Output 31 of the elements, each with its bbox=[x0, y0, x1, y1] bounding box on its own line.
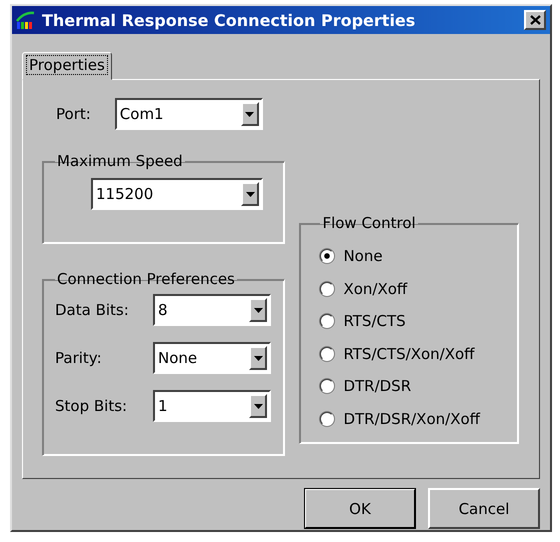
close-button[interactable] bbox=[524, 10, 546, 30]
radio-label[interactable]: DTR/DSR bbox=[343, 377, 412, 396]
radio-button[interactable] bbox=[320, 346, 334, 361]
dialog-button[interactable]: Cancel bbox=[428, 488, 540, 529]
radio-label[interactable]: Xon/Xoff bbox=[343, 280, 408, 298]
radio-button[interactable] bbox=[320, 314, 334, 328]
radio-label[interactable]: None bbox=[343, 247, 383, 266]
radio-label[interactable]: DTR/DSR/Xon/Xoff bbox=[343, 410, 480, 428]
port-dropdown[interactable]: Com1 bbox=[114, 98, 263, 130]
dropdown[interactable]: 1 bbox=[153, 390, 271, 422]
radio-label[interactable]: RTS/CTS bbox=[343, 312, 406, 330]
close-icon bbox=[530, 15, 540, 25]
group-title: Maximum Speed bbox=[56, 152, 184, 170]
group-title: Connection Preferences bbox=[56, 270, 236, 288]
speed-dropdown[interactable]: 115200 bbox=[91, 178, 263, 210]
radio-button[interactable] bbox=[320, 412, 334, 426]
radio-label[interactable]: RTS/CTS/Xon/Xoff bbox=[343, 344, 475, 363]
window-title: Thermal Response Connection Properties bbox=[42, 10, 416, 30]
port-label: Port: bbox=[56, 105, 91, 123]
signal-chart-icon bbox=[16, 11, 36, 29]
dialog-button[interactable]: OK bbox=[304, 488, 416, 529]
tab[interactable]: Properties bbox=[22, 52, 112, 80]
radio-button[interactable] bbox=[320, 282, 334, 296]
group-title: Flow Control bbox=[321, 214, 417, 232]
field-label: Stop Bits: bbox=[55, 397, 128, 415]
field-label: Parity: bbox=[55, 349, 103, 367]
field-label: Data Bits: bbox=[55, 301, 130, 319]
dropdown[interactable]: 8 bbox=[153, 294, 271, 326]
radio-button[interactable] bbox=[320, 249, 334, 264]
dropdown[interactable]: None bbox=[153, 342, 271, 374]
radio-button[interactable] bbox=[320, 379, 334, 394]
